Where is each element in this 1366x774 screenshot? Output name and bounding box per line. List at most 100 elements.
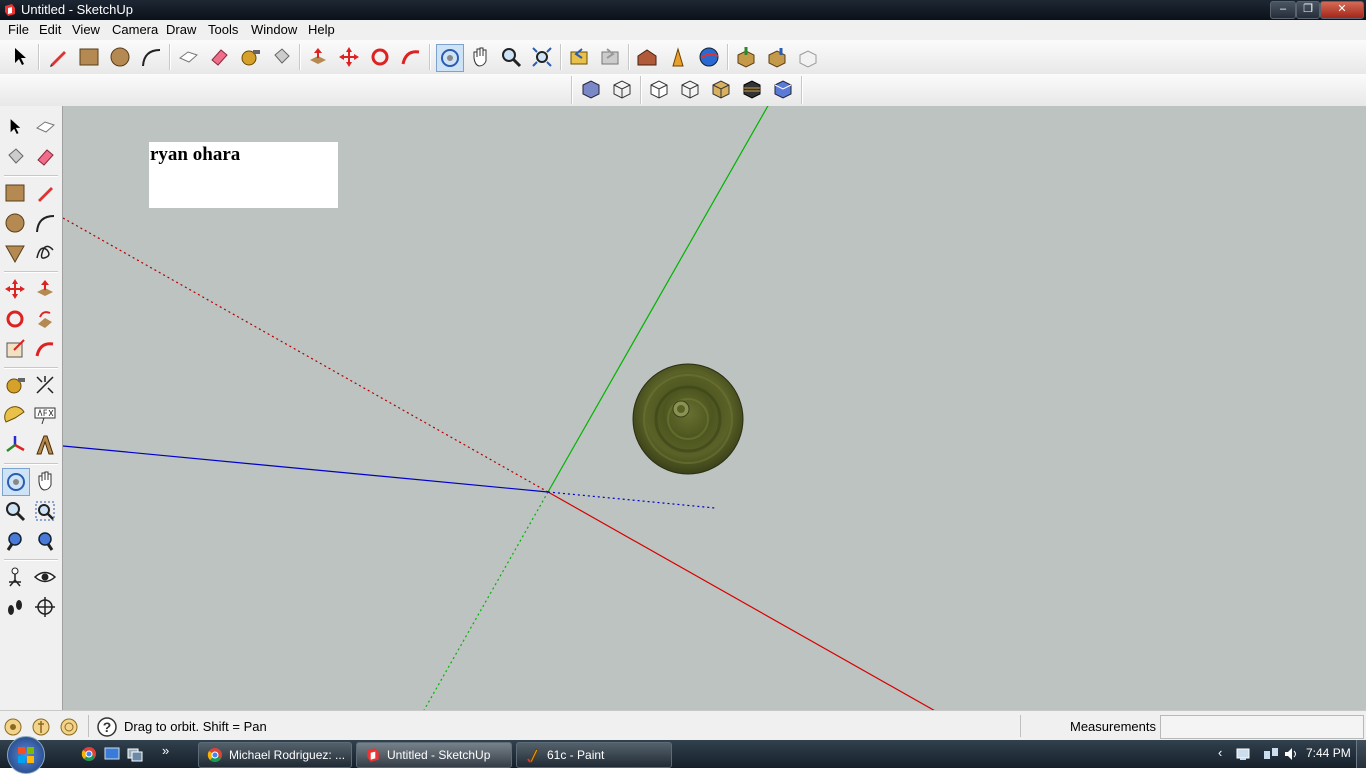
send-to-layout-button[interactable] [795, 44, 821, 70]
position-camera-button-left[interactable] [2, 564, 28, 590]
make-component-button-left[interactable] [32, 114, 58, 140]
clock[interactable]: 7:44 PM [1306, 746, 1351, 760]
menu-draw[interactable]: Draw [166, 22, 196, 37]
google-earth-button[interactable] [696, 44, 722, 70]
paint-bucket-button-left[interactable] [2, 144, 28, 170]
walk-button-left[interactable] [2, 594, 28, 620]
push-pull-button-left[interactable] [32, 276, 58, 302]
model-disc[interactable] [632, 363, 744, 475]
pan-tool-button[interactable] [467, 44, 493, 70]
make-component-button[interactable] [175, 44, 201, 70]
section-plane-button-left[interactable] [32, 594, 58, 620]
freehand-button-left[interactable] [32, 240, 58, 266]
share-component-button[interactable] [764, 44, 790, 70]
line-tool-button[interactable] [45, 44, 71, 70]
protractor-button-left[interactable] [2, 402, 28, 428]
menu-camera[interactable]: Camera [112, 22, 158, 37]
network-icon[interactable] [1263, 746, 1279, 762]
tape-measure-button-left[interactable] [2, 372, 28, 398]
xray-toggle-button[interactable] [770, 76, 796, 102]
paint-bucket-button[interactable] [268, 44, 294, 70]
shaded-style-button[interactable] [677, 76, 703, 102]
3d-text-button-left[interactable] [32, 432, 58, 458]
show-desktop-icon[interactable] [104, 746, 120, 762]
menu-file[interactable]: File [8, 22, 29, 37]
monochrome-style-button[interactable] [739, 76, 765, 102]
arc-button-left[interactable] [32, 210, 58, 236]
circle-icon [5, 213, 25, 233]
pan-button-left[interactable] [32, 468, 58, 494]
menu-edit[interactable]: Edit [39, 22, 61, 37]
scale-button-left[interactable] [2, 336, 28, 362]
rotate-tool-button[interactable] [367, 44, 393, 70]
text-label-icon [34, 407, 56, 425]
previous-view-button-left[interactable] [32, 528, 58, 554]
volume-icon[interactable] [1283, 746, 1299, 762]
credits-icon[interactable] [31, 717, 51, 737]
look-around-button-left[interactable] [32, 564, 58, 590]
name-label-box[interactable]: ryan ohara [149, 142, 338, 208]
task-chrome[interactable]: Michael Rodriguez: ... [198, 742, 352, 768]
select-tool-button[interactable] [7, 44, 33, 70]
zoom-extents-button[interactable] [529, 44, 555, 70]
get-models-button[interactable] [634, 44, 660, 70]
show-desktop-button[interactable] [1356, 740, 1366, 768]
zoom-extents-button-left[interactable] [2, 528, 28, 554]
hidden-line-style-button[interactable] [646, 76, 672, 102]
polygon-button-left[interactable] [2, 240, 28, 266]
axes-button-left[interactable] [2, 432, 28, 458]
previous-view-button[interactable] [566, 44, 592, 70]
zoom-window-button-left[interactable] [32, 498, 58, 524]
zoom-button-left[interactable] [2, 498, 28, 524]
chrome-quicklaunch-icon[interactable] [81, 746, 97, 762]
rectangle-tool-button[interactable] [76, 44, 102, 70]
move-tool-button[interactable] [336, 44, 362, 70]
shaded-textures-style-button[interactable] [708, 76, 734, 102]
rectangle-button-left[interactable] [2, 180, 28, 206]
quicklaunch-overflow-icon[interactable]: » [162, 743, 169, 758]
push-pull-button[interactable] [305, 44, 331, 70]
geo-location-icon[interactable] [3, 717, 23, 737]
menu-view[interactable]: View [72, 22, 100, 37]
circle-tool-button[interactable] [107, 44, 133, 70]
orbit-tool-button[interactable] [436, 44, 464, 72]
switch-windows-icon[interactable] [127, 746, 143, 762]
dimension-button-left[interactable] [32, 372, 58, 398]
start-button[interactable] [7, 736, 45, 774]
select-tool-button-left[interactable] [2, 114, 28, 140]
get-photo-texture-button[interactable] [733, 44, 759, 70]
show-hidden-icons-icon[interactable]: ‹ [1218, 745, 1222, 760]
maximize-button[interactable]: ❐ [1296, 1, 1320, 19]
modeling-viewport[interactable]: ryan ohara [63, 106, 1366, 710]
offset-button-left[interactable] [32, 336, 58, 362]
arc-tool-button[interactable] [138, 44, 164, 70]
menu-tools[interactable]: Tools [208, 22, 238, 37]
menu-window[interactable]: Window [251, 22, 297, 37]
line-button-left[interactable] [32, 180, 58, 206]
close-button[interactable]: ✕ [1320, 1, 1364, 19]
rotate-button-left[interactable] [2, 306, 28, 332]
task-paint[interactable]: 61c - Paint [516, 742, 672, 768]
orbit-button-left[interactable] [2, 468, 30, 496]
move-button-left[interactable] [2, 276, 28, 302]
measurements-input[interactable] [1160, 715, 1364, 739]
device-tray-icon[interactable] [1235, 746, 1251, 762]
help-icon[interactable]: ? [96, 716, 118, 738]
xray-style-button[interactable] [578, 76, 604, 102]
minimize-button[interactable]: – [1270, 1, 1296, 19]
next-view-button[interactable] [597, 44, 623, 70]
task-sketchup[interactable]: Untitled - SketchUp [356, 742, 512, 768]
user-icon[interactable] [59, 717, 79, 737]
follow-me-button-left[interactable] [32, 306, 58, 332]
text-button-left[interactable] [32, 402, 58, 428]
tape-measure-button[interactable] [237, 44, 263, 70]
follow-me-button[interactable] [398, 44, 424, 70]
menu-help[interactable]: Help [308, 22, 335, 37]
eraser-button-left[interactable] [32, 144, 58, 170]
footprints-icon [8, 600, 22, 615]
zoom-tool-button[interactable] [498, 44, 524, 70]
circle-button-left[interactable] [2, 210, 28, 236]
eraser-tool-button[interactable] [206, 44, 232, 70]
share-model-button[interactable] [665, 44, 691, 70]
wireframe-style-button[interactable] [609, 76, 635, 102]
